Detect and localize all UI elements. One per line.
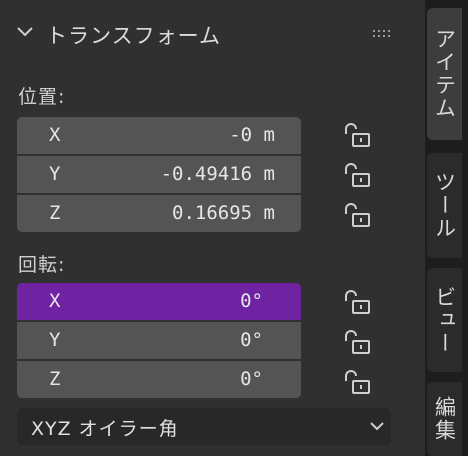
tab-label: ツール xyxy=(432,171,457,240)
rotation-mode-dropdown[interactable]: XYZ オイラー角 xyxy=(17,408,391,445)
transform-panel-header[interactable]: トランスフォーム xyxy=(0,12,410,56)
location-y-field[interactable]: Y -0.49416 m xyxy=(17,156,301,193)
field-value: 0° xyxy=(240,329,263,351)
field-value: 0° xyxy=(240,368,263,390)
field-value: 0.16695 m xyxy=(172,202,275,224)
axis-label: Y xyxy=(49,329,61,351)
chevron-down-icon xyxy=(370,422,384,431)
tab-label: ビュー xyxy=(432,285,457,355)
tab-label: アイテム xyxy=(432,28,457,120)
axis-label: Z xyxy=(49,202,61,224)
lock-open-icon[interactable] xyxy=(342,162,372,188)
lock-open-icon[interactable] xyxy=(342,289,372,315)
lock-open-icon[interactable] xyxy=(342,202,372,228)
tab-view[interactable]: ビュー xyxy=(427,268,462,372)
properties-panel: トランスフォーム 位置: X -0 m Y -0.49416 m Z 0.166… xyxy=(0,0,425,456)
field-value: 0° xyxy=(240,290,263,312)
rotation-z-field[interactable]: Z 0° xyxy=(17,361,301,398)
drag-grip-icon[interactable] xyxy=(373,28,395,40)
axis-label: Z xyxy=(49,368,61,390)
lock-open-icon[interactable] xyxy=(342,122,372,148)
axis-label: X xyxy=(49,290,61,312)
chevron-down-icon xyxy=(17,27,33,37)
rotation-x-field[interactable]: X 0° xyxy=(17,283,301,320)
tab-label: 編集 xyxy=(432,396,457,442)
panel-title: トランスフォーム xyxy=(46,24,221,48)
lock-open-icon[interactable] xyxy=(342,369,372,395)
field-value: -0.49416 m xyxy=(160,163,275,185)
lock-open-icon[interactable] xyxy=(342,329,372,355)
rotation-label: 回転: xyxy=(18,254,66,276)
location-z-field[interactable]: Z 0.16695 m xyxy=(17,195,301,232)
tab-tool[interactable]: ツール xyxy=(427,153,462,258)
axis-label: X xyxy=(49,124,61,146)
field-value: -0 m xyxy=(229,124,275,146)
tab-item[interactable]: アイテム xyxy=(427,8,462,140)
rotation-y-field[interactable]: Y 0° xyxy=(17,322,301,359)
dropdown-value: XYZ オイラー角 xyxy=(31,418,179,440)
location-x-field[interactable]: X -0 m xyxy=(17,117,301,154)
tab-edit[interactable]: 編集 xyxy=(427,382,462,456)
axis-label: Y xyxy=(49,163,61,185)
location-label: 位置: xyxy=(18,86,66,108)
sidebar-tab-bar: アイテム ツール ビュー 編集 xyxy=(425,0,468,456)
